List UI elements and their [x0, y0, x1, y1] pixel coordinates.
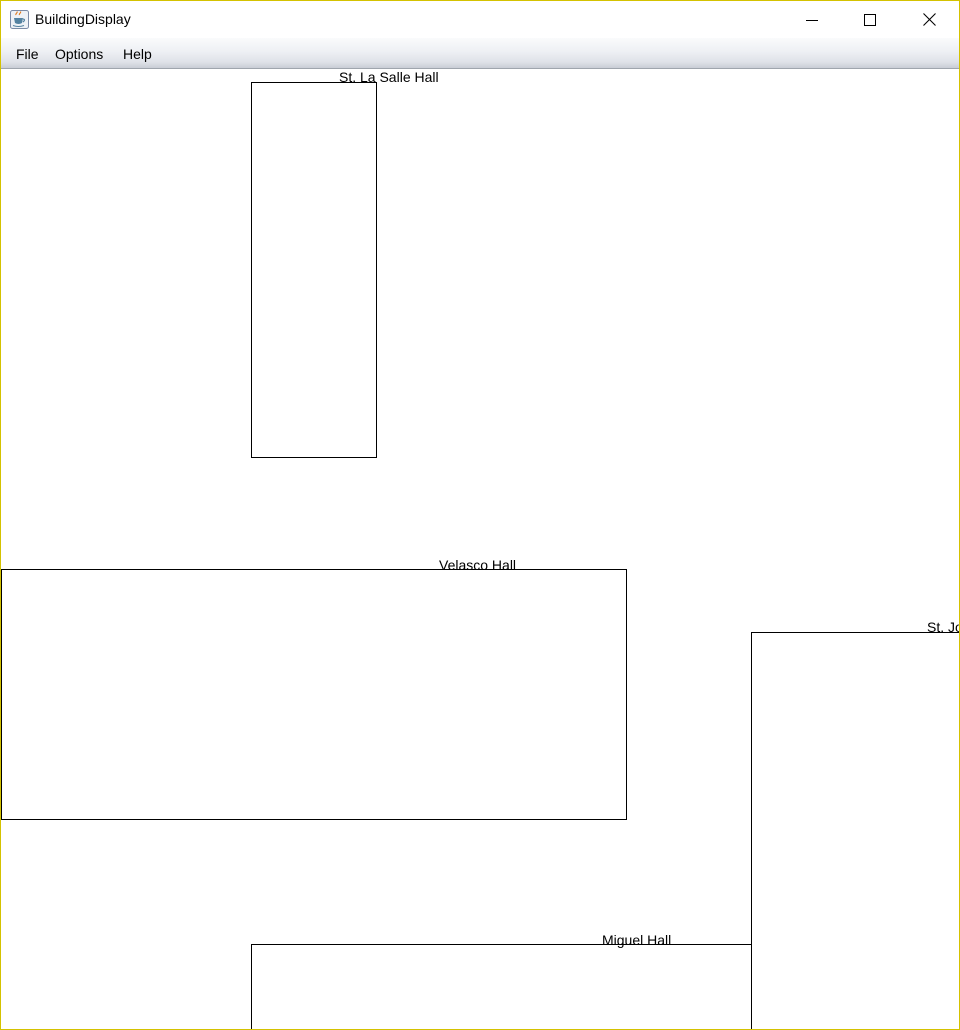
title-bar[interactable]: BuildingDisplay: [1, 1, 959, 38]
menu-help[interactable]: Help: [123, 46, 152, 62]
minimize-icon: [806, 19, 818, 21]
building-outline-st-jo: [751, 632, 959, 1029]
maximize-icon: [864, 13, 876, 26]
building-label-miguel-hall: Miguel Hall: [602, 932, 671, 948]
maximize-button[interactable]: [841, 1, 899, 38]
menu-file[interactable]: File: [16, 46, 39, 62]
menu-options[interactable]: Options: [55, 46, 103, 62]
java-cup-icon: [10, 10, 29, 29]
close-icon: [922, 13, 936, 26]
building-outline-velasco-hall: [1, 569, 627, 820]
building-label-st-la-salle-hall: St. La Salle Hall: [339, 69, 439, 85]
building-outline-st-la-salle-hall: [251, 82, 377, 458]
building-label-velasco-hall: Velasco Hall: [439, 557, 516, 573]
building-canvas: St. La Salle Hall Velasco Hall St. Jo Mi…: [1, 69, 959, 1029]
building-outline-miguel-hall: [251, 944, 752, 1029]
close-button[interactable]: [900, 1, 958, 38]
window-title: BuildingDisplay: [35, 11, 131, 27]
building-map: St. La Salle Hall Velasco Hall St. Jo Mi…: [1, 69, 959, 1029]
app-window: BuildingDisplay File Options Help St. La: [0, 0, 960, 1030]
building-label-st-jo: St. Jo: [927, 619, 959, 635]
minimize-button[interactable]: [783, 1, 841, 38]
menu-bar: File Options Help: [1, 38, 959, 69]
